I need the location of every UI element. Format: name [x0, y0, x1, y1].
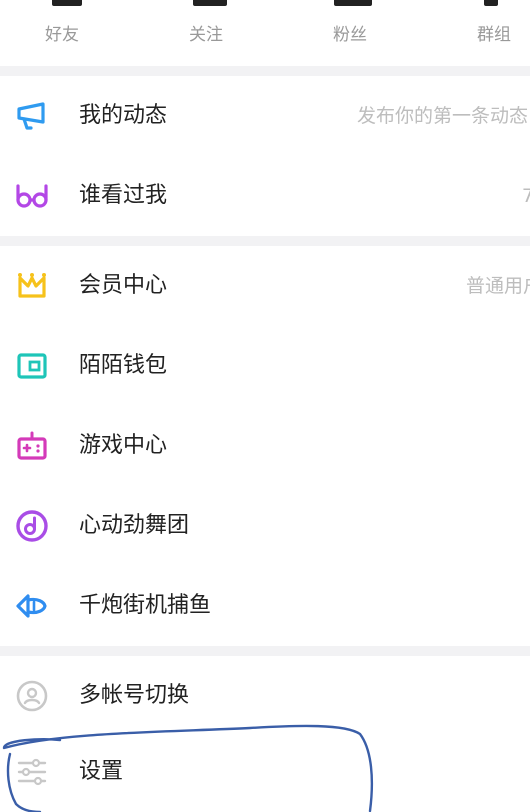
- user-circle-icon: [14, 678, 50, 714]
- fish-icon: [14, 588, 50, 624]
- following-count-fragment: [193, 0, 227, 6]
- menu-item-who-viewed[interactable]: 谁看过我 7: [0, 156, 530, 236]
- menu-item-label: 陌陌钱包: [79, 353, 168, 378]
- gamepad-icon: [14, 428, 50, 464]
- menu-item-dance-group[interactable]: 心动劲舞团: [0, 486, 530, 566]
- crown-icon: [14, 268, 50, 304]
- groups-count-fragment: [484, 0, 498, 6]
- stats-row: 好友 关注 粉丝 群组: [0, 0, 530, 66]
- megaphone-icon: [14, 98, 50, 134]
- menu-item-label: 多帐号切换: [79, 683, 190, 708]
- section-divider: [0, 236, 530, 246]
- view-count: 7: [521, 185, 530, 207]
- menu-item-label: 谁看过我: [79, 183, 168, 208]
- membership-level-clip: 普通用户: [458, 246, 530, 326]
- sliders-icon: [14, 754, 50, 790]
- stat-groups[interactable]: 群组: [444, 20, 530, 45]
- menu-item-my-posts[interactable]: 我的动态 发布你的第一条动态: [0, 76, 530, 156]
- friends-count-fragment: [52, 0, 82, 6]
- menu-item-fishing[interactable]: 千炮街机捕鱼: [0, 566, 530, 646]
- stat-friends[interactable]: 好友: [12, 20, 112, 45]
- glasses-icon: [14, 178, 50, 214]
- menu-item-vip-center[interactable]: 会员中心 普通用户: [0, 246, 530, 326]
- menu-item-account-switch[interactable]: 多帐号切换: [0, 656, 530, 736]
- menu-item-value: 发布你的第一条动态: [356, 105, 528, 127]
- stat-fans[interactable]: 粉丝: [300, 20, 400, 45]
- menu-item-label: 我的动态: [79, 103, 168, 128]
- section-divider: [0, 646, 530, 656]
- menu-item-label: 心动劲舞团: [79, 513, 190, 538]
- membership-level: 普通用户: [465, 275, 530, 297]
- menu-item-label: 会员中心: [79, 273, 168, 298]
- menu-item-settings[interactable]: 设置: [0, 732, 530, 812]
- profile-menu-page: 好友 关注 粉丝 群组 我的动态 发布你的第一条动态 谁看过我 7 会员中心 普…: [0, 0, 530, 812]
- menu-item-game-center[interactable]: 游戏中心: [0, 406, 530, 486]
- menu-item-label: 千炮街机捕鱼: [79, 593, 212, 618]
- stat-following[interactable]: 关注: [156, 20, 256, 45]
- menu-item-label: 游戏中心: [79, 433, 168, 458]
- section-divider: [0, 66, 530, 76]
- menu-item-wallet[interactable]: 陌陌钱包: [0, 326, 530, 406]
- music-disc-icon: [14, 508, 50, 544]
- wallet-icon: [14, 348, 50, 384]
- fans-count-fragment: [334, 0, 372, 6]
- menu-item-label: 设置: [79, 759, 124, 784]
